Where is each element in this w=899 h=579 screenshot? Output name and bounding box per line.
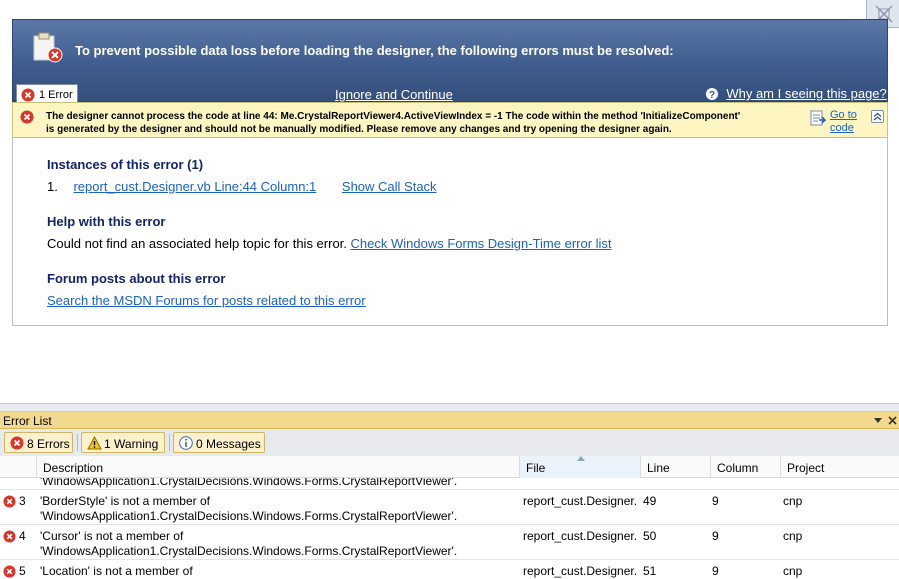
- errors-filter-label: 8 Errors: [27, 437, 70, 451]
- instance-index: 1.: [47, 179, 58, 194]
- chevron-up-icon: [873, 112, 882, 121]
- column-cell: 9: [712, 494, 719, 508]
- file-cell: report_cust.Designer.vb: [523, 494, 637, 508]
- error-icon: [3, 530, 16, 543]
- column-header-row: Description File Line Column Project: [0, 456, 899, 478]
- help-text: Could not find an associated help topic …: [47, 236, 347, 251]
- msdn-forums-link[interactable]: Search the MSDN Forums for posts related…: [47, 293, 366, 308]
- table-row[interactable]: 'WindowsApplication1.CrystalDecisions.Wi…: [0, 478, 899, 490]
- sort-ascending-icon: [577, 456, 585, 461]
- messages-filter-button[interactable]: 0 Messages: [173, 432, 265, 453]
- column-header-project[interactable]: Project: [781, 456, 899, 478]
- why-link[interactable]: Why am I seeing this page?: [726, 86, 886, 101]
- error-icon: [21, 88, 35, 102]
- error-icon: [3, 495, 16, 508]
- description-cell: 'Cursor' is not a member of 'WindowsAppl…: [40, 529, 458, 558]
- design-time-error-list-link[interactable]: Check Windows Forms Design-Time error li…: [351, 236, 612, 251]
- line-cell: 51: [643, 564, 657, 578]
- help-title: Help with this error: [47, 214, 166, 229]
- line-cell: 49: [643, 494, 657, 508]
- table-row[interactable]: 4 'Cursor' is not a member of 'WindowsAp…: [0, 525, 899, 560]
- why-am-i-seeing-this[interactable]: ? Why am I seeing this page?: [705, 86, 887, 101]
- file-cell: report_cust.Designer.vb: [523, 564, 637, 578]
- toolbar-separator: [77, 434, 78, 451]
- error-list-header: Error List: [0, 412, 899, 429]
- column-header-icon[interactable]: [0, 456, 37, 478]
- row-number: 4: [19, 529, 26, 543]
- window-position-icon[interactable]: [873, 415, 883, 425]
- error-list-title: Error List: [3, 414, 52, 428]
- error-list-toolbar: 8 Errors 1 Warning 0 Messages: [0, 429, 899, 456]
- forum-title: Forum posts about this error: [47, 271, 226, 286]
- warning-icon: [87, 436, 102, 450]
- column-header-column[interactable]: Column: [711, 456, 781, 478]
- forum-line: Search the MSDN Forums for posts related…: [47, 293, 366, 308]
- panel-splitter[interactable]: [0, 403, 899, 412]
- error-banner: To prevent possible data loss before loa…: [12, 19, 888, 104]
- error-message-text: The designer cannot process the code at …: [46, 111, 741, 135]
- error-icon: [20, 110, 34, 124]
- error-icon: [3, 565, 16, 578]
- row-number: 3: [19, 494, 26, 508]
- error-icon: [10, 436, 24, 450]
- table-row[interactable]: 3 'BorderStyle' is not a member of 'Wind…: [0, 490, 899, 525]
- close-icon[interactable]: [888, 416, 897, 425]
- column-cell: 9: [712, 529, 719, 543]
- instance-link[interactable]: report_cust.Designer.vb Line:44 Column:1: [73, 179, 316, 194]
- error-list-grid: Description File Line Column Project 'Wi…: [0, 456, 899, 579]
- tab-label: 1 Error: [39, 89, 73, 101]
- go-to-code-icon[interactable]: [810, 110, 826, 126]
- row-number: 5: [19, 564, 26, 578]
- designer-error-page: To prevent possible data loss before loa…: [0, 0, 899, 403]
- description-cell: 'Location' is not a member of: [40, 564, 193, 578]
- table-row[interactable]: 5 'Location' is not a member of report_c…: [0, 560, 899, 579]
- line-cell: 50: [643, 529, 657, 543]
- toolbar-separator: [169, 434, 170, 451]
- column-cell: 9: [712, 564, 719, 578]
- instance-item: 1. report_cust.Designer.vb Line:44 Colum…: [47, 179, 437, 194]
- tab-1-error[interactable]: 1 Error: [16, 84, 78, 104]
- messages-filter-label: 0 Messages: [196, 437, 261, 451]
- go-to-code-link[interactable]: Go to code: [830, 109, 868, 135]
- warnings-filter-button[interactable]: 1 Warning: [81, 432, 165, 453]
- column-header-description[interactable]: Description: [37, 456, 520, 478]
- instances-title: Instances of this error (1): [47, 157, 204, 172]
- show-call-stack-link[interactable]: Show Call Stack: [342, 179, 437, 194]
- error-details-panel: Instances of this error (1) 1. report_cu…: [12, 138, 888, 326]
- ignore-and-continue-link[interactable]: Ignore and Continue: [335, 87, 453, 102]
- file-cell: report_cust.Designer.vb: [523, 529, 637, 543]
- banner-message: To prevent possible data loss before loa…: [75, 43, 674, 58]
- project-cell: cnp: [783, 564, 803, 578]
- error-message-bar: The designer cannot process the code at …: [12, 102, 888, 138]
- column-header-line[interactable]: Line: [641, 456, 711, 478]
- errors-filter-button[interactable]: 8 Errors: [4, 432, 73, 453]
- svg-text:?: ?: [709, 90, 715, 101]
- info-icon: [179, 436, 193, 450]
- help-line: Could not find an associated help topic …: [47, 236, 612, 251]
- description-cell: 'WindowsApplication1.CrystalDecisions.Wi…: [40, 478, 458, 488]
- help-icon: ?: [705, 87, 719, 101]
- warnings-filter-label: 1 Warning: [104, 437, 159, 451]
- collapse-button[interactable]: [871, 110, 884, 123]
- project-cell: cnp: [783, 494, 803, 508]
- project-cell: cnp: [783, 529, 803, 543]
- description-cell: 'BorderStyle' is not a member of 'Window…: [40, 494, 458, 523]
- document-error-icon: [33, 32, 63, 63]
